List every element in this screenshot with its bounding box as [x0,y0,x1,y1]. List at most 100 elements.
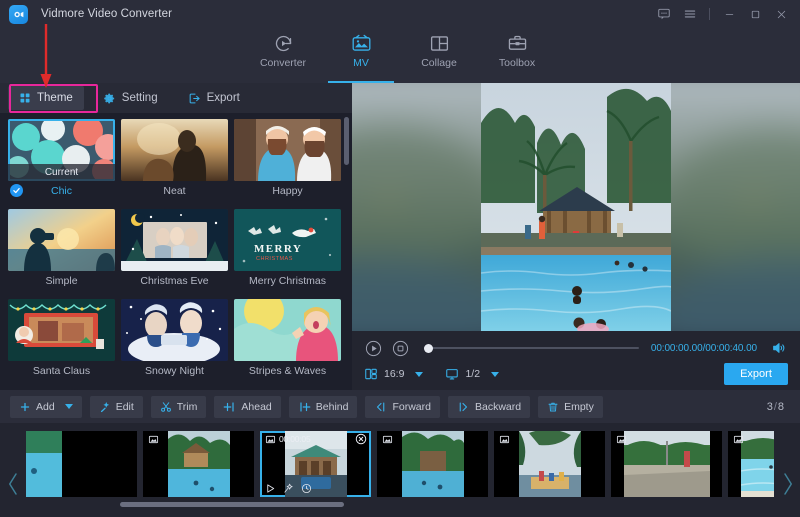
chevron-right-icon[interactable] [776,467,798,501]
insert-behind-icon [298,401,311,413]
tab-setting[interactable]: Setting [92,86,169,110]
aspect-ratio-select[interactable]: 16:9 [364,367,423,381]
chevron-left-icon[interactable] [2,467,24,501]
seek-handle[interactable] [424,344,433,353]
stop-icon[interactable] [391,339,410,358]
forward-button[interactable]: Forward [365,396,440,418]
main-navigation: Converter MV [0,28,800,83]
theme-item-christmas-eve[interactable]: Christmas Eve [121,209,228,291]
nav-label-mv: MV [353,57,369,69]
timeline-clip[interactable] [377,431,488,497]
chevron-down-icon[interactable] [415,372,423,377]
scrollbar-thumb[interactable] [120,502,344,507]
play-icon[interactable] [264,482,276,494]
theme-name: Christmas Eve [140,275,208,287]
timeline-clip[interactable] [143,431,254,497]
video-preview[interactable] [352,83,800,331]
minimize-icon[interactable] [716,0,742,28]
tab-export[interactable]: Export [177,86,251,110]
scrollbar-thumb[interactable] [344,117,349,165]
image-icon [498,433,510,445]
nav-item-mv[interactable]: MV [322,28,400,83]
current-badge: Current [8,164,115,181]
image-icon [615,433,627,445]
theme-name: Neat [163,185,185,197]
theme-item-stripes-waves[interactable]: Stripes & Waves [234,299,341,381]
toolbox-icon [507,32,528,54]
add-button[interactable]: Add [10,396,82,418]
export-button[interactable]: Export [724,363,788,385]
collage-icon [429,32,450,54]
menu-icon[interactable] [677,0,703,28]
quality-select[interactable]: 1/2 [445,367,499,381]
annotation-arrow [36,24,56,92]
theme-thumbnail: MERRY CHRISTMAS [234,209,341,271]
trim-label: Trim [177,401,198,413]
theme-thumbnail [234,119,341,181]
theme-item-snowy-night[interactable]: Snowy Night [121,299,228,381]
theme-name: Santa Claus [33,365,90,377]
nav-item-toolbox[interactable]: Toolbox [478,28,556,83]
export-icon [188,92,201,105]
edit-button[interactable]: Edit [90,396,143,418]
close-icon[interactable] [355,433,367,445]
clock-icon[interactable] [300,482,312,494]
quality-value: 1/2 [465,368,480,380]
theme-label-row: Santa Claus [8,361,115,381]
seek-bar[interactable] [424,341,639,355]
theme-thumbnail [121,119,228,181]
timeline-clip[interactable] [728,431,774,497]
theme-label-row: Snowy Night [121,361,228,381]
volume-icon[interactable] [770,339,788,357]
empty-label: Empty [564,401,594,413]
video-still [481,83,671,331]
scissors-icon [160,401,172,413]
wand-icon[interactable] [282,482,294,494]
theme-thumbnail [8,209,115,271]
theme-item-neat[interactable]: Neat [121,119,228,201]
timeline-scrollbar[interactable] [26,502,774,507]
theme-list[interactable]: Current Chic [0,113,352,390]
trim-button[interactable]: Trim [151,396,207,418]
output-settings-row: 16:9 1/2 Export [352,360,800,388]
page-separator: / [774,401,777,413]
behind-button[interactable]: Behind [289,396,358,418]
ahead-button[interactable]: Ahead [214,396,280,418]
timeline-clip[interactable] [494,431,605,497]
nav-label-converter: Converter [260,57,306,69]
maximize-icon[interactable] [742,0,768,28]
timeline-clip[interactable] [611,431,722,497]
feedback-icon[interactable] [651,0,677,28]
nav-item-converter[interactable]: Converter [244,28,322,83]
theme-item-chic[interactable]: Current Chic [8,119,115,201]
theme-label-row: Happy [234,181,341,201]
timeline-clip[interactable] [26,431,137,497]
theme-label-row: Christmas Eve [121,271,228,291]
nav-item-collage[interactable]: Collage [400,28,478,83]
play-icon[interactable] [364,339,383,358]
theme-name: Simple [45,275,77,287]
theme-item-santa-claus[interactable]: Santa Claus [8,299,115,381]
empty-button[interactable]: Empty [538,396,603,418]
ahead-label: Ahead [241,401,271,413]
move-backward-icon [457,401,470,413]
chevron-down-icon[interactable] [65,404,73,409]
timeline-clip-selected[interactable]: 00:00:05 [260,431,371,497]
clip-strip[interactable]: 00:00:05 [26,431,774,499]
clip-top-bar [728,431,774,447]
tab-theme-label: Theme [37,92,73,104]
theme-name: Chic [51,185,72,197]
theme-label-row: Merry Christmas [234,271,341,291]
theme-list-scrollbar[interactable] [344,117,349,360]
theme-item-happy[interactable]: Happy [234,119,341,201]
chevron-down-icon[interactable] [491,372,499,377]
theme-item-simple[interactable]: Simple [8,209,115,291]
close-icon[interactable] [768,0,794,28]
image-icon [732,433,744,445]
theme-item-merry-christmas[interactable]: MERRY CHRISTMAS Merry Christmas [234,209,341,291]
video-camera-icon [9,5,28,24]
trash-icon [547,401,559,413]
image-icon [147,433,159,445]
image-icon [264,433,276,445]
backward-button[interactable]: Backward [448,396,530,418]
